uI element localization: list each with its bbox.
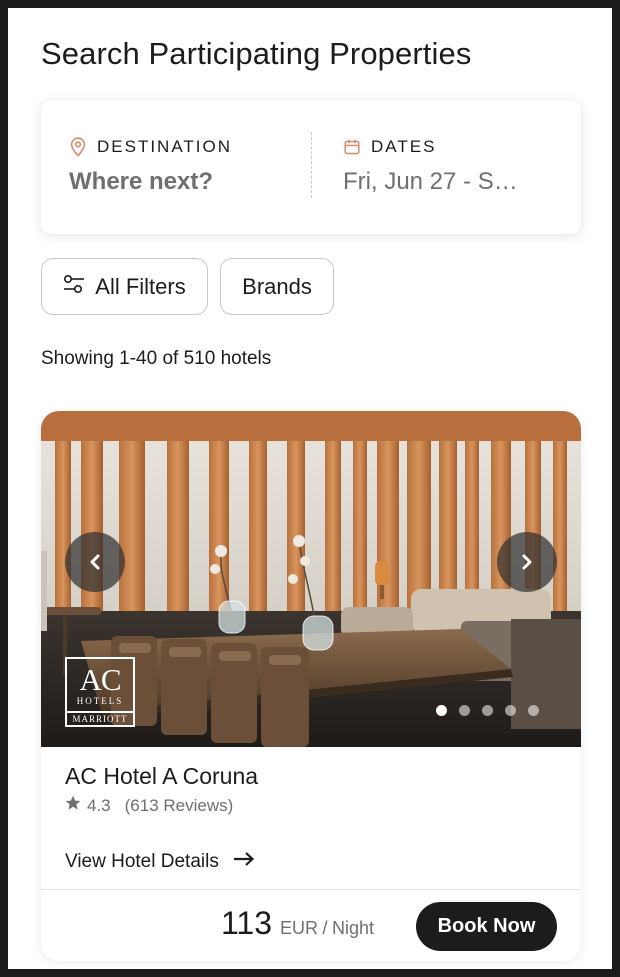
calendar-icon [343,137,361,157]
carousel-dot[interactable] [505,705,516,716]
page: Search Participating Properties DESTINAT… [8,8,612,969]
brand-logo-hotels: HOTELS [76,696,124,706]
carousel-dot[interactable] [482,705,493,716]
price-separator: / [322,918,328,938]
carousel-dot[interactable] [436,705,447,716]
carousel-dot[interactable] [459,705,470,716]
all-filters-button[interactable]: All Filters [41,258,208,315]
carousel-dot[interactable] [528,705,539,716]
dates-value[interactable]: Fri, Jun 27 - S… [343,168,553,196]
destination-label: DESTINATION [97,137,233,156]
brands-label: Brands [242,273,312,299]
chevron-right-icon [522,554,532,570]
hotel-name[interactable]: AC Hotel A Coruna [65,763,258,790]
dates-field[interactable]: DATES Fri, Jun 27 - S… [343,136,553,196]
carousel-prev-button[interactable] [65,532,125,592]
review-count: (613 Reviews) [124,795,234,815]
card-divider [41,889,581,890]
price-unit: Night [331,918,374,938]
book-now-button[interactable]: Book Now [416,902,557,951]
price: 113 EUR / Night [221,905,374,942]
sliders-icon [63,274,85,300]
rating-value: 4.3 [87,795,111,815]
price-currency: EUR [280,918,319,938]
field-divider [311,132,312,198]
page-title: Search Participating Properties [41,36,472,71]
dates-label: DATES [371,137,437,156]
hotel-card[interactable]: AC HOTELS MARRIOTT AC Hotel A Coruna 4.3… [41,411,581,961]
brand-logo-marriott: MARRIOTT [67,711,133,725]
brands-button[interactable]: Brands [220,258,334,315]
map-pin-icon [69,137,87,157]
view-hotel-details-link[interactable]: View Hotel Details [65,851,255,873]
destination-field[interactable]: DESTINATION Where next? [69,136,232,196]
chevron-left-icon [90,554,100,570]
carousel-next-button[interactable] [497,532,557,592]
search-card: DESTINATION Where next? DATES Fri, Jun 2… [41,100,581,234]
arrow-right-icon [233,851,255,873]
brand-logo: AC HOTELS MARRIOTT [65,657,135,727]
destination-value[interactable]: Where next? [69,168,232,196]
results-summary: Showing 1-40 of 510 hotels [41,348,272,369]
carousel-dots [436,705,539,716]
view-hotel-details-label: View Hotel Details [65,851,219,872]
price-amount: 113 [221,905,273,941]
all-filters-label: All Filters [95,273,186,299]
brand-logo-ac: AC [79,662,121,697]
hotel-rating: 4.3 (613 Reviews) [65,795,233,816]
star-icon [65,795,81,816]
